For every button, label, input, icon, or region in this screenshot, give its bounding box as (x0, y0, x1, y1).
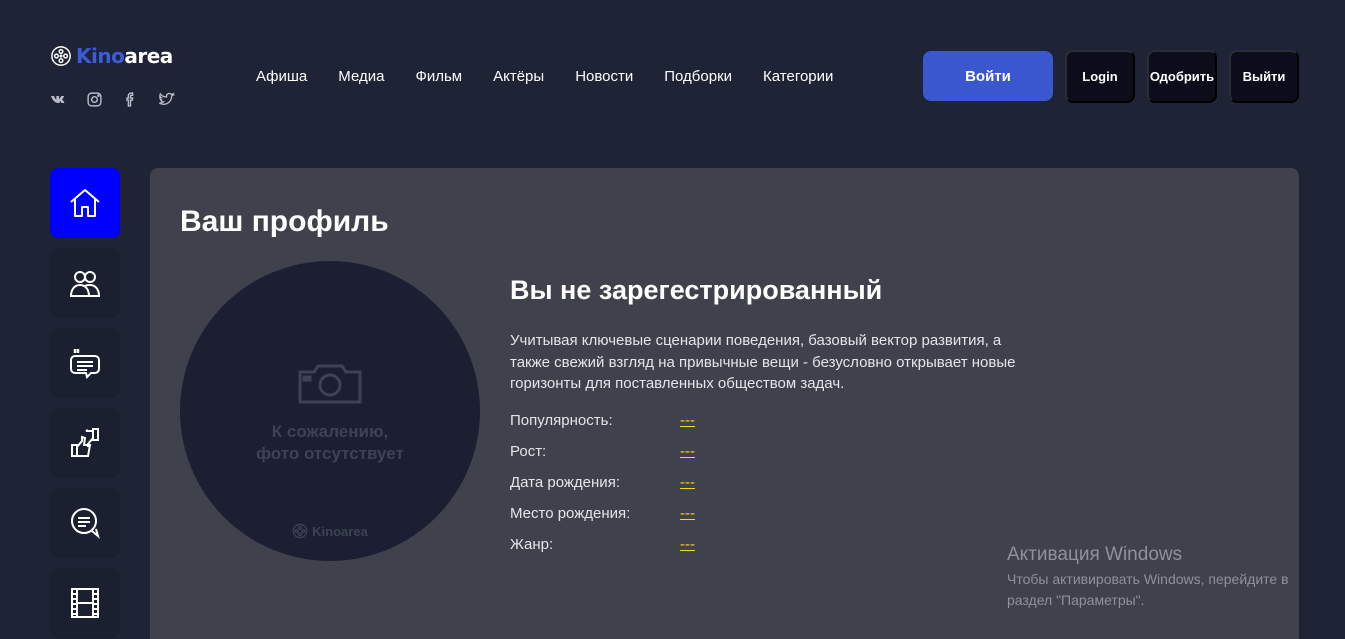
field-value-link[interactable]: --- (680, 412, 695, 443)
film-reel-icon (292, 523, 308, 539)
sidebar-home-button[interactable] (50, 168, 120, 238)
windows-activation-title: Активация Windows (1007, 544, 1183, 565)
windows-activation-watermark: Активация Windows Чтобы активировать Win… (1007, 544, 1289, 611)
brand-name: Kinoarea (76, 44, 173, 68)
logout-button[interactable]: Выйти (1229, 50, 1299, 103)
quotes-chat-icon (70, 349, 100, 379)
camera-icon (298, 364, 362, 404)
profile-description: Учитывая ключевые сценарии поведения, ба… (510, 332, 1016, 392)
film-reel-icon (51, 46, 71, 66)
nav-categories[interactable]: Категории (763, 68, 833, 85)
main-nav: Афиша Медиа Фильм Актёры Новости Подборк… (256, 68, 833, 85)
field-height: Рост: --- (510, 443, 695, 474)
nav-actors[interactable]: Актёры (493, 68, 544, 85)
field-genre: Жанр: --- (510, 536, 695, 567)
thumbs-icon (71, 428, 99, 457)
no-photo-text: К сожалению, фото отсутствует (256, 422, 404, 463)
page-title: Ваш профиль (180, 205, 389, 238)
field-birth-place: Место рождения: --- (510, 505, 695, 536)
login-button[interactable]: Login (1065, 50, 1135, 103)
instagram-icon[interactable] (86, 91, 103, 108)
sidebar-comments-button[interactable] (50, 488, 120, 558)
sidebar-ratings-button[interactable] (50, 408, 120, 478)
photo-watermark: Kinoarea (180, 523, 480, 539)
vk-icon[interactable] (50, 91, 67, 108)
approve-button[interactable]: Одобрить (1147, 50, 1217, 103)
field-birth-date: Дата рождения: --- (510, 474, 695, 505)
chat-icon (71, 508, 100, 539)
users-icon (69, 271, 101, 297)
sidebar-reviews-button[interactable] (50, 328, 120, 398)
nav-collections[interactable]: Подборки (664, 68, 732, 85)
sidebar-films-button[interactable] (50, 568, 120, 638)
nav-afisha[interactable]: Афиша (256, 68, 307, 85)
nav-news[interactable]: Новости (575, 68, 633, 85)
field-value-link[interactable]: --- (680, 443, 695, 474)
facebook-icon[interactable] (122, 91, 139, 108)
field-value-link[interactable]: --- (680, 474, 695, 505)
twitter-icon[interactable] (158, 91, 175, 108)
profile-photo-placeholder[interactable]: К сожалению, фото отсутствует Kinoarea (180, 261, 480, 561)
field-popularity: Популярность: --- (510, 412, 695, 443)
field-value-link[interactable]: --- (680, 536, 695, 567)
film-icon (71, 588, 99, 618)
sign-in-button[interactable]: Войти (923, 51, 1053, 101)
windows-activation-text: Чтобы активировать Windows, перейдите в … (1007, 571, 1289, 608)
home-icon (70, 189, 100, 217)
social-links (50, 91, 175, 108)
profile-fields: Популярность: --- Рост: --- Дата рождени… (510, 412, 695, 567)
nav-film[interactable]: Фильм (415, 68, 462, 85)
sidebar-users-button[interactable] (50, 248, 120, 318)
registration-status: Вы не зарегестрированный (510, 275, 883, 305)
field-value-link[interactable]: --- (680, 505, 695, 536)
nav-media[interactable]: Медиа (338, 68, 384, 85)
logo[interactable]: Kinoarea (50, 44, 173, 68)
